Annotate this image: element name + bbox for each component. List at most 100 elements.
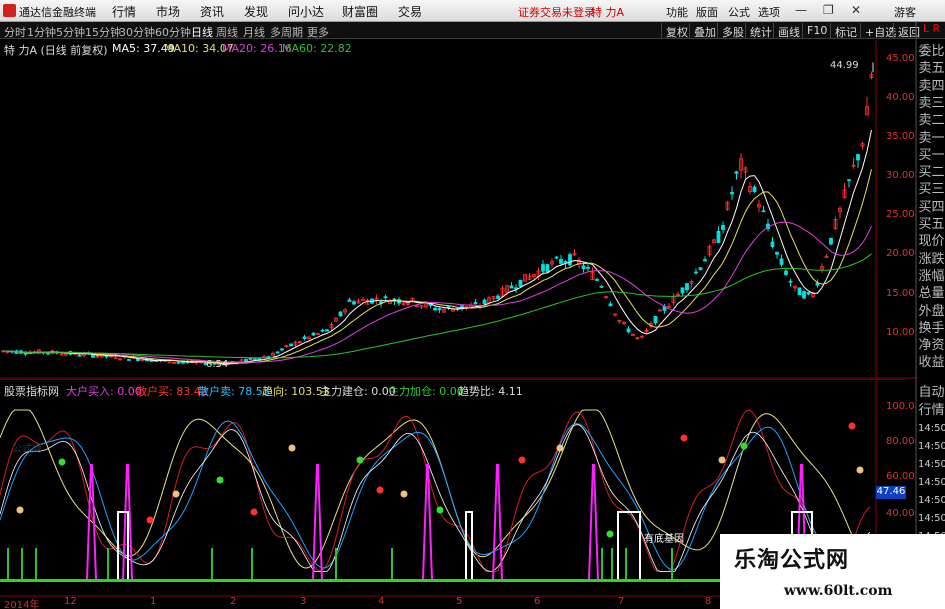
sidebar-item[interactable]: 总量 [918, 285, 945, 303]
candle-body [181, 361, 185, 364]
candle-body [514, 287, 518, 290]
signal-marker [16, 506, 24, 514]
date-label: 6 [534, 596, 541, 607]
candle-body [91, 354, 95, 358]
indicator-header: 股票指标网 大户买入: 0.00 散户买: 83.42 散户卖: 78.53 趋… [0, 379, 905, 399]
sidebar-item[interactable]: 卖二 [918, 112, 945, 130]
retail-sell-value: 散户卖: 78.53 [198, 385, 270, 398]
candle-body [176, 361, 181, 364]
candle-body [847, 179, 851, 182]
date-label: 8 [705, 596, 712, 607]
candle-body [599, 285, 604, 288]
sidebar-item[interactable]: 卖三 [918, 95, 945, 113]
candle-body [77, 354, 82, 357]
candle-body [788, 280, 793, 283]
candle-body [595, 279, 599, 281]
price-tick: 15.00 [886, 288, 915, 299]
sidebar-lr-icon[interactable]: L R [918, 22, 945, 40]
candle-body [734, 171, 739, 174]
sidebar-item[interactable]: 收益 [918, 354, 945, 372]
candle-body [473, 302, 478, 305]
time-label: 14:50 [918, 477, 945, 488]
candle-body [721, 225, 725, 230]
sidebar-item[interactable]: 买四 [918, 199, 945, 217]
high-price-label: 44.99 [830, 60, 859, 71]
candle-body [302, 336, 307, 339]
candle-body [752, 186, 757, 193]
time-label: 14:50 [918, 423, 945, 434]
candle-body [325, 329, 329, 332]
chart-canvas [0, 22, 918, 609]
price-tick: 35.00 [886, 131, 915, 142]
signal-marker [556, 444, 564, 452]
big-buy-value: 大户买入: 0.00 [66, 385, 142, 398]
candle-body [289, 343, 293, 347]
candle-body [856, 154, 860, 161]
date-label: 2 [230, 596, 237, 607]
candle-body [347, 299, 352, 302]
sidebar-item[interactable]: 涨跌 [918, 251, 945, 269]
signal-marker [436, 506, 444, 514]
candle-body [559, 258, 563, 264]
sidebar-item[interactable]: 卖五 [918, 60, 945, 78]
candle-body [433, 307, 437, 311]
sidebar-item[interactable]: 换手 [918, 320, 945, 338]
signal-marker [606, 530, 614, 538]
candle-body [608, 303, 613, 307]
signal-marker [146, 516, 154, 524]
signal-marker [356, 456, 364, 464]
sidebar-item[interactable]: 行情 [918, 402, 945, 420]
candle-body [127, 359, 131, 361]
date-label: 1 [150, 596, 157, 607]
candle-body [482, 299, 487, 305]
candle-body [779, 258, 784, 265]
main-add-value: 主力加仓: 0.00 [388, 385, 464, 398]
candle-body [680, 287, 685, 294]
candle-body [770, 241, 775, 248]
sidebar-item[interactable]: 外盘 [918, 303, 945, 321]
time-label: 14:50 [918, 441, 945, 452]
candle-body [248, 357, 253, 360]
sidebar-item[interactable]: 涨幅 [918, 268, 945, 286]
candle-body [775, 251, 779, 255]
signal-marker [58, 458, 66, 466]
retail-buy-value: 散户买: 83.42 [136, 385, 208, 398]
sidebar-item[interactable]: 净资 [918, 337, 945, 355]
sidebar-item[interactable]: 买三 [918, 181, 945, 199]
candle-body [698, 267, 703, 270]
date-label: 12 [64, 596, 77, 607]
indicator-tick: 100.0 [886, 401, 915, 412]
candle-body [829, 237, 833, 245]
signal-marker [216, 476, 224, 484]
signal-marker [288, 444, 296, 452]
sidebar-item[interactable]: 自动 [918, 384, 945, 402]
indicator-name[interactable]: 股票指标网 [4, 383, 59, 399]
candle-body [730, 192, 734, 195]
candle-body [797, 287, 802, 296]
sidebar-item[interactable]: 现价 [918, 233, 945, 251]
candle-body [280, 348, 284, 351]
sidebar-item[interactable]: 买五 [918, 216, 945, 234]
candle-body [685, 283, 689, 291]
candle-body [653, 316, 658, 324]
sidebar-item[interactable]: 买二 [918, 164, 945, 182]
candle-body [275, 351, 280, 354]
signal-marker [680, 434, 688, 442]
candle-body [626, 328, 631, 333]
sidebar-item[interactable]: 卖一 [918, 130, 945, 148]
sidebar-item[interactable]: 卖四 [918, 78, 945, 96]
signal-marker [376, 486, 384, 494]
time-label: 14:50 [918, 495, 945, 506]
time-label: 14:50 [918, 459, 945, 470]
signal-marker [172, 490, 180, 498]
candle-body [320, 329, 325, 332]
indicator-current-value: 47.46 [876, 486, 906, 499]
magenta-spike [492, 464, 503, 581]
candle-body [23, 352, 28, 355]
watermark-url: www.60lt.com [784, 583, 893, 599]
signal-marker [856, 466, 864, 474]
sidebar-item[interactable]: 买一 [918, 147, 945, 165]
candle-body [703, 259, 707, 262]
sidebar-item[interactable]: 委比 [918, 43, 945, 61]
candle-body [806, 291, 811, 295]
